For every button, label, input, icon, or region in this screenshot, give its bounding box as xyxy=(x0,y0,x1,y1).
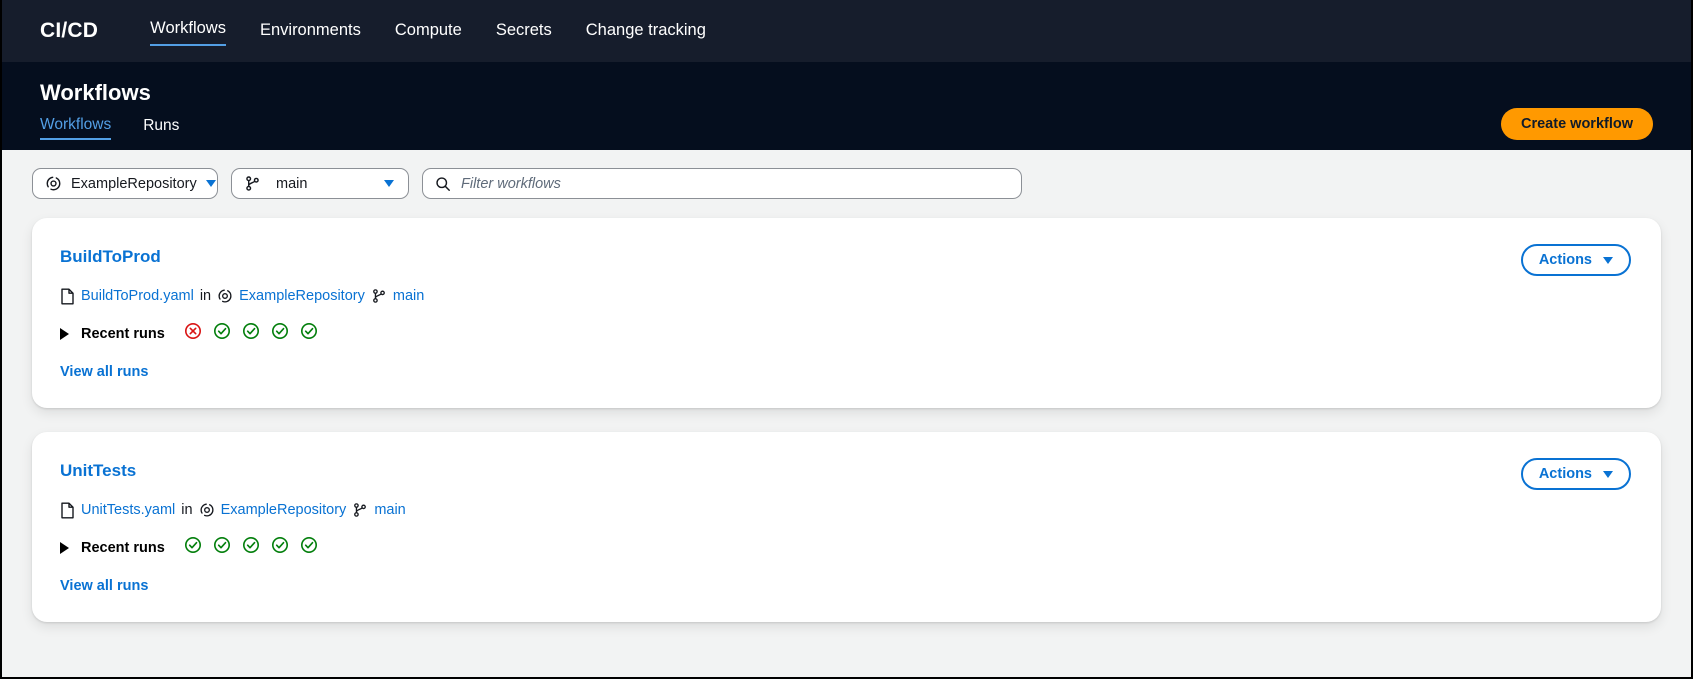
run-status-succeeded-icon[interactable] xyxy=(271,536,289,559)
recent-runs-label: Recent runs xyxy=(81,325,165,342)
branch-filter-dropdown[interactable]: main xyxy=(231,168,409,199)
expand-triangle-icon[interactable] xyxy=(60,327,69,340)
actions-dropdown-button[interactable]: Actions xyxy=(1520,458,1631,490)
view-all-runs-link[interactable]: View all runs xyxy=(60,576,1631,596)
branch-filter-value: main xyxy=(276,175,308,192)
repository-icon xyxy=(45,175,62,192)
run-status-succeeded-icon[interactable] xyxy=(242,322,260,345)
run-status-succeeded-icon[interactable] xyxy=(300,322,318,345)
run-status-succeeded-icon[interactable] xyxy=(184,536,202,559)
run-status-succeeded-icon[interactable] xyxy=(271,322,289,345)
nav-item-workflows[interactable]: Workflows xyxy=(150,16,226,46)
view-all-runs-link[interactable]: View all runs xyxy=(60,362,1631,382)
chevron-down-icon xyxy=(384,180,394,187)
file-icon xyxy=(60,502,75,519)
recent-runs-label: Recent runs xyxy=(81,539,165,556)
repository-icon xyxy=(217,288,233,304)
app-logo: CI/CD xyxy=(40,19,99,42)
workflow-metadata: UnitTests.yaml in ExampleRepository main xyxy=(60,500,1631,520)
workflow-repository-link[interactable]: ExampleRepository xyxy=(239,286,365,306)
run-status-list xyxy=(184,322,318,345)
chevron-down-icon xyxy=(1603,470,1613,478)
run-status-succeeded-icon[interactable] xyxy=(300,536,318,559)
search-icon xyxy=(435,176,451,192)
page-tabs: Workflows Runs xyxy=(40,115,211,140)
chevron-down-icon xyxy=(1603,256,1613,264)
page-title: Workflows xyxy=(40,80,151,105)
workflow-list: BuildToProd BuildToProd.yaml in ExampleR… xyxy=(32,218,1661,622)
workflow-branch-link[interactable]: main xyxy=(393,286,424,306)
top-nav-items: Workflows Environments Compute Secrets C… xyxy=(150,16,740,46)
page-header: Workflows Workflows Runs Create workflow xyxy=(2,62,1691,150)
workflow-repository-link[interactable]: ExampleRepository xyxy=(221,500,347,520)
workflow-name-link[interactable]: UnitTests xyxy=(60,460,1631,482)
repository-icon xyxy=(199,502,215,518)
in-label: in xyxy=(199,288,212,304)
workflow-file-link[interactable]: BuildToProd.yaml xyxy=(81,286,194,306)
actions-button-label: Actions xyxy=(1538,252,1592,268)
workflow-branch-link[interactable]: main xyxy=(374,500,405,520)
run-status-succeeded-icon[interactable] xyxy=(242,536,260,559)
run-status-list xyxy=(184,536,318,559)
nav-item-environments[interactable]: Environments xyxy=(260,18,361,45)
tab-runs[interactable]: Runs xyxy=(143,116,179,139)
nav-item-secrets[interactable]: Secrets xyxy=(496,18,552,45)
nav-item-compute[interactable]: Compute xyxy=(395,18,462,45)
run-status-succeeded-icon[interactable] xyxy=(213,322,231,345)
branch-icon xyxy=(244,175,261,192)
filter-bar: ExampleRepository main xyxy=(32,150,1661,199)
workflow-file-link[interactable]: UnitTests.yaml xyxy=(81,500,175,520)
workflow-name-link[interactable]: BuildToProd xyxy=(60,246,1631,268)
nav-item-change-tracking[interactable]: Change tracking xyxy=(586,18,706,45)
recent-runs-row: Recent runs xyxy=(60,536,1631,559)
repository-filter-value: ExampleRepository xyxy=(71,175,197,192)
actions-dropdown-button[interactable]: Actions xyxy=(1520,244,1631,276)
actions-button-label: Actions xyxy=(1538,466,1592,482)
workflow-card: BuildToProd BuildToProd.yaml in ExampleR… xyxy=(32,218,1661,408)
tab-workflows[interactable]: Workflows xyxy=(40,115,112,140)
workflow-search-box[interactable] xyxy=(422,168,1022,199)
app-window: CI/CD Workflows Environments Compute Sec… xyxy=(0,0,1693,679)
recent-runs-row: Recent runs xyxy=(60,322,1631,345)
main-content: ExampleRepository main Filter workflows … xyxy=(2,150,1691,677)
search-input[interactable] xyxy=(461,175,1009,192)
file-icon xyxy=(60,288,75,305)
repository-filter-dropdown[interactable]: ExampleRepository xyxy=(32,168,218,199)
run-status-succeeded-icon[interactable] xyxy=(213,536,231,559)
create-workflow-button[interactable]: Create workflow xyxy=(1501,108,1653,140)
workflow-card: UnitTests UnitTests.yaml in ExampleRepos… xyxy=(32,432,1661,622)
run-status-failed-icon[interactable] xyxy=(184,322,202,345)
in-label: in xyxy=(181,502,193,518)
chevron-down-icon xyxy=(205,180,216,187)
top-navigation-bar: CI/CD Workflows Environments Compute Sec… xyxy=(2,0,1691,62)
workflow-metadata: BuildToProd.yaml in ExampleRepository ma… xyxy=(60,286,1631,306)
branch-icon xyxy=(352,502,368,518)
branch-icon xyxy=(371,288,387,304)
expand-triangle-icon[interactable] xyxy=(60,541,69,554)
